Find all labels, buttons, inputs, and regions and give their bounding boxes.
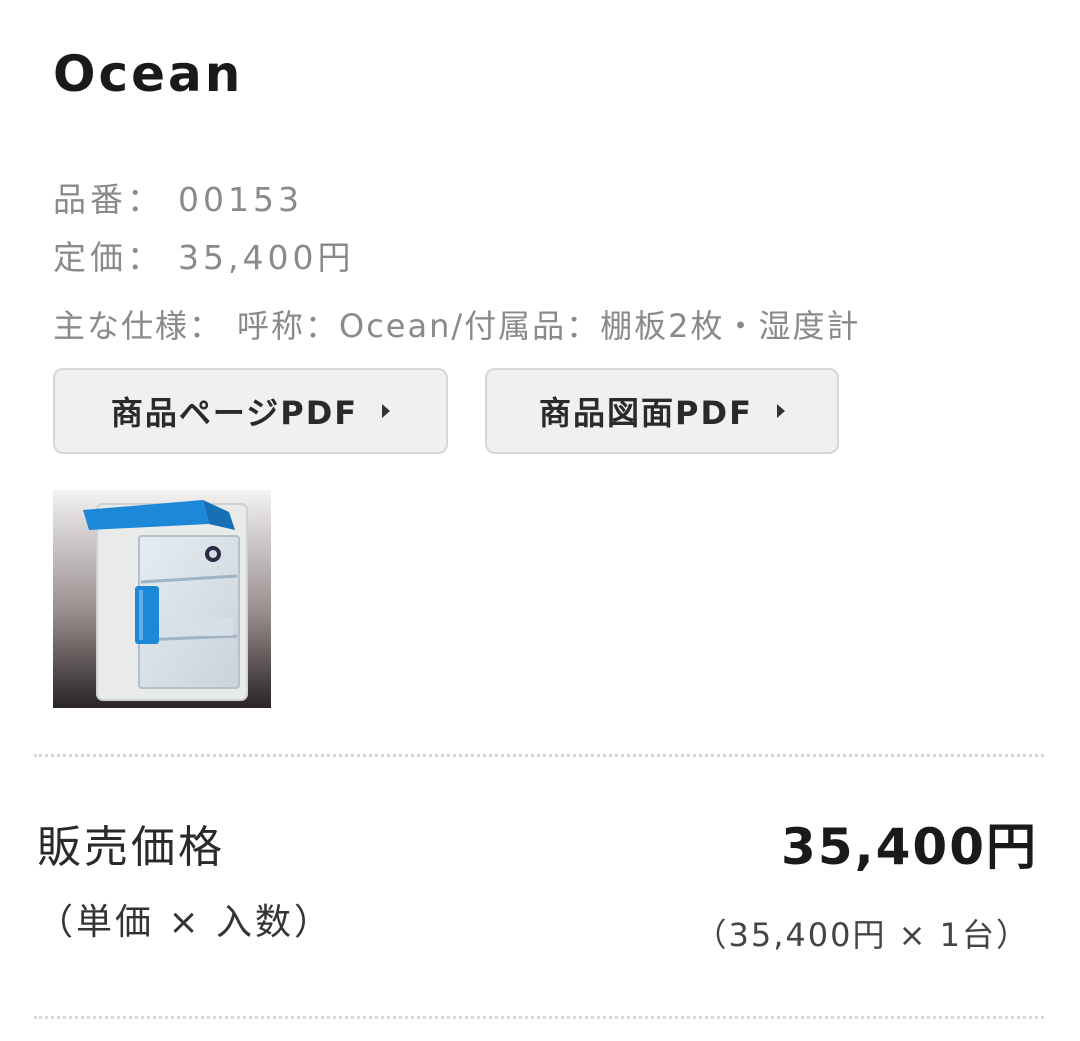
product-page-pdf-label: 商品ページPDF — [110, 394, 359, 432]
product-title: Ocean — [53, 45, 244, 103]
product-drawing-pdf-button[interactable]: 商品図面PDF — [485, 368, 839, 454]
product-code-row: 品番： 00153 — [53, 178, 303, 222]
section-divider — [34, 1016, 1044, 1019]
product-page-pdf-button[interactable]: 商品ページPDF — [53, 368, 448, 454]
list-price-row: 定価： 35,400円 — [53, 236, 354, 280]
product-code-label: 品番： — [53, 180, 164, 219]
sales-price-value: 35,400円 — [781, 818, 1038, 876]
section-divider — [34, 754, 1044, 757]
product-drawing-pdf-label: 商品図面PDF — [539, 394, 753, 432]
list-price-value: 35,400円 — [178, 238, 355, 277]
main-spec-value: 呼称：Ocean/付属品：棚板2枚・湿度計 — [237, 307, 861, 345]
caret-right-icon — [776, 404, 785, 418]
sales-price-calculation: （35,400円 × 1台） — [694, 916, 1030, 954]
sales-price-label: 販売価格 — [37, 822, 225, 873]
main-spec-row: 主な仕様： 呼称：Ocean/付属品：棚板2枚・湿度計 — [53, 304, 861, 348]
caret-right-icon — [382, 404, 391, 418]
list-price-label: 定価： — [53, 238, 164, 277]
sales-price-sublabel: （単価 × 入数） — [37, 902, 334, 943]
main-spec-label: 主な仕様： — [53, 307, 224, 345]
product-thumbnail[interactable] — [53, 490, 271, 708]
product-code-value: 00153 — [178, 180, 303, 219]
dry-cabinet-image — [53, 490, 271, 708]
